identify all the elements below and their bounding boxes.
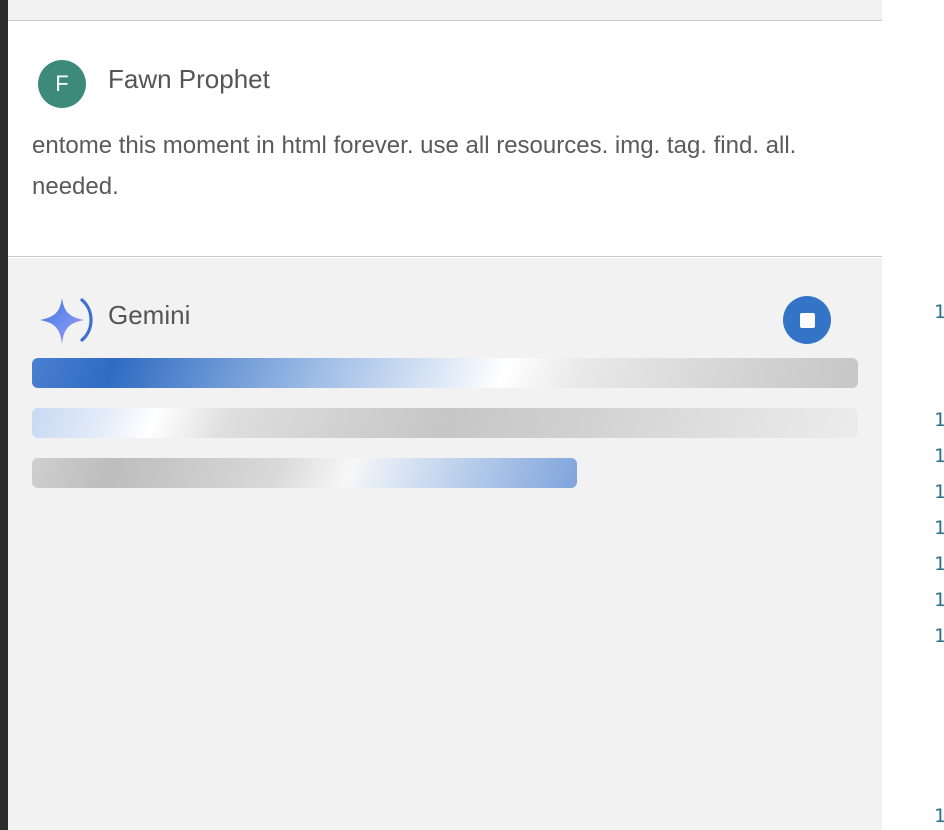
stop-icon <box>799 312 815 328</box>
line-number: 1 <box>934 481 944 503</box>
editor-gutter: 1 1 1 1 1 1 1 1 1 <box>882 0 944 830</box>
user-avatar: F <box>38 60 86 108</box>
line-number: 1 <box>934 517 944 539</box>
app-root: F Fawn Prophet entome this moment in htm… <box>0 0 944 830</box>
stop-generation-button[interactable] <box>783 296 831 344</box>
model-message: Gemini <box>8 258 882 830</box>
line-number: 1 <box>934 589 944 611</box>
line-number: 1 <box>934 445 944 467</box>
loading-bar <box>32 358 858 388</box>
previous-message-edge <box>8 0 882 21</box>
model-name: Gemini <box>108 300 191 330</box>
line-number: 1 <box>934 409 944 431</box>
user-message-text: entome this moment in html forever. use … <box>32 132 797 200</box>
window-left-edge <box>0 0 8 830</box>
user-message: F Fawn Prophet entome this moment in htm… <box>8 21 882 257</box>
line-number: 1 <box>934 805 944 827</box>
gemini-sparkle-icon <box>40 298 93 344</box>
line-number: 1 <box>934 301 944 323</box>
user-name: Fawn Prophet <box>108 64 270 94</box>
loading-bar <box>32 458 577 488</box>
loading-bar <box>32 408 858 438</box>
line-number: 1 <box>934 553 944 575</box>
line-number: 1 <box>934 625 944 647</box>
chat-panel: F Fawn Prophet entome this moment in htm… <box>8 0 882 830</box>
